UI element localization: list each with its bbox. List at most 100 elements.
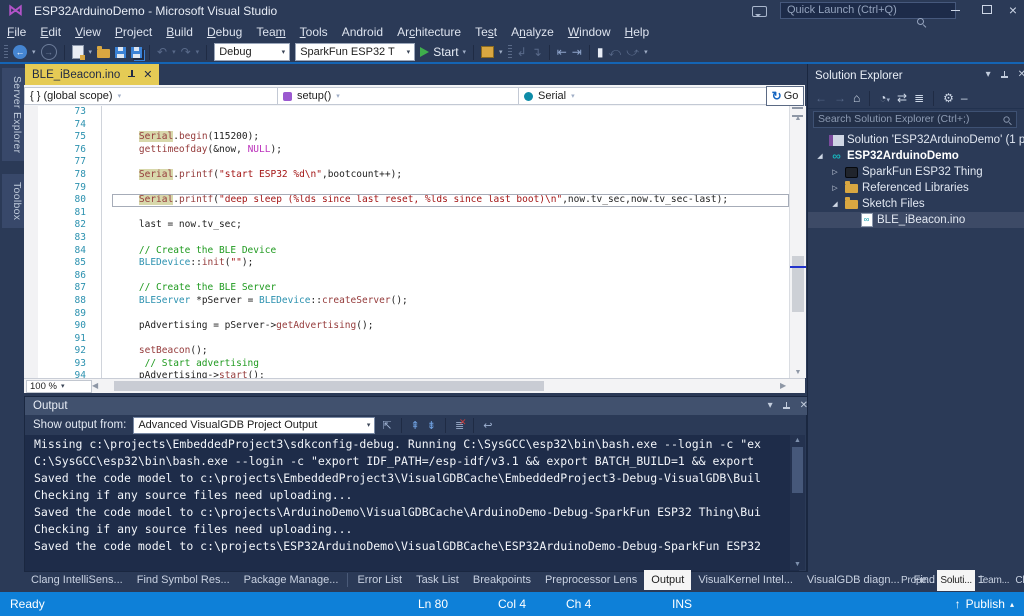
solution-explorer-search-input[interactable]: Search Solution Explorer (Ctrl+;) [813,111,1017,128]
chevron-down-icon[interactable]: ▾ [768,397,773,415]
chevron-down-icon[interactable]: ▾ [986,65,991,85]
code-line[interactable]: 84 // Create the BLE Device [24,245,789,258]
solution-explorer-header[interactable]: Solution Explorer ▾ ✕ [808,66,1024,86]
next-message-icon[interactable]: ⇟ [427,419,436,432]
code-line[interactable]: 92 setBeacon(); [24,345,789,358]
menu-team[interactable]: Team [249,22,292,42]
scroll-up-icon[interactable]: ▲ [790,437,805,444]
code-line[interactable]: 88 BLEServer *pServer = BLEDevice::creat… [24,295,789,308]
close-icon[interactable]: ✕ [143,68,152,81]
horizontal-scrollbar-thumb[interactable] [114,381,544,391]
server-explorer-tab[interactable]: Server Explorer [2,68,25,162]
navigate-back-button[interactable]: ← [13,45,27,59]
collapse-all-icon[interactable]: ≣ [914,91,924,105]
code-line[interactable]: 83 [24,232,789,245]
step-over-icon[interactable]: ↴ [532,45,542,59]
publish-button[interactable]: ↑ Publish ▴ [955,597,1014,611]
menu-view[interactable]: View [68,22,108,42]
scroll-down-icon[interactable]: ▼ [790,561,805,568]
toolbar-overflow-icon[interactable]: ▾ [499,48,503,56]
scroll-up-icon[interactable]: ▲ [790,115,806,122]
menu-test[interactable]: Test [468,22,504,42]
menu-build[interactable]: Build [159,22,200,42]
properties-icon[interactable]: ⚙ [943,91,954,105]
code-line[interactable]: 79 [24,182,789,195]
menu-edit[interactable]: Edit [33,22,68,42]
tree-item-sparkfun-esp32-thing[interactable]: ▷ SparkFun ESP32 Thing [808,164,1024,180]
menu-analyze[interactable]: Analyze [504,22,561,42]
forward-icon[interactable]: → [834,91,846,105]
bottom-tab-package-manage[interactable]: Package Manage... [237,570,346,590]
code-line[interactable]: 91 [24,333,789,346]
tree-item-solution-esp32arduinodemo-1-project[interactable]: Solution 'ESP32ArduinoDemo' (1 project) [808,132,1024,148]
target-board-dropdown[interactable]: SparkFun ESP32 T ▾ [295,43,416,61]
expanded-arrow-icon[interactable]: ◢ [814,152,826,160]
scope-dropdown[interactable]: { } (global scope) ▾ [24,87,286,105]
start-debug-button[interactable]: Start ▾ [420,45,466,59]
toolbox-tab[interactable]: Toolbox [2,174,25,229]
code-line[interactable]: 82 last = now.tv_sec; [24,219,789,232]
code-line[interactable]: 80 Serial.printf("deep sleep (%lds since… [24,194,789,207]
tree-item-referenced-libraries[interactable]: ▷ Referenced Libraries [808,180,1024,196]
minimize-button[interactable] [944,0,966,20]
bottom-tab-class[interactable]: Class... [1012,570,1024,591]
tree-item-ble-ibeacon-ino[interactable]: ∞ BLE_iBeacon.ino [808,212,1024,228]
open-file-button[interactable] [97,46,111,58]
back-icon[interactable]: ← [815,91,827,105]
bottom-tab-preprocessor-lens[interactable]: Preprocessor Lens [538,570,644,590]
output-panel-header[interactable]: Output ▾ ✕ [25,397,814,415]
clear-all-icon[interactable]: ≣ [455,417,467,432]
bottom-tab-error-list[interactable]: Error List [350,570,409,590]
pin-icon[interactable] [127,70,136,79]
member-dropdown[interactable]: Serial ▾ [518,87,776,105]
bottom-tab-output[interactable]: Output [644,570,692,590]
go-button[interactable]: ↻ Go [766,86,804,106]
sync-with-active-document-icon[interactable]: ⇄ [897,91,907,105]
previous-bookmark-icon[interactable]: ⤺ [608,45,621,59]
bottom-tab-breakpoints[interactable]: Breakpoints [466,570,538,590]
step-into-icon[interactable]: ↲ [517,45,527,59]
decrease-indent-icon[interactable]: ⇤ [557,45,567,59]
code-editor[interactable]: 73 74 75 Serial.begin(115200); 76 gettimeof… [24,106,789,378]
editor-vertical-scrollbar[interactable]: ▲ ▼ [789,106,806,378]
new-project-dropdown-icon[interactable]: ▾ [89,48,93,56]
code-line[interactable]: 90 pAdvertising = pServer->getAdvertisin… [24,320,789,333]
menu-architecture[interactable]: Architecture [390,22,468,42]
maximize-button[interactable] [976,0,998,20]
function-dropdown[interactable]: setup() ▾ [277,87,527,105]
menu-tools[interactable]: Tools [293,22,335,42]
output-scrollbar[interactable]: ▲ ▼ [790,435,805,570]
close-icon[interactable]: ✕ [1018,65,1024,85]
undo-button[interactable]: ↶ [157,45,167,59]
output-log[interactable]: Missing c:\projects\EmbeddedProject3\sdk… [25,435,799,571]
code-line[interactable]: 81 [24,207,789,220]
tree-item-esp32arduinodemo[interactable]: ◢ ∞ ESP32ArduinoDemo [808,148,1024,164]
increase-indent-icon[interactable]: ⇥ [572,45,582,59]
code-line[interactable]: 89 [24,308,789,321]
undo-dropdown-icon[interactable]: ▾ [172,48,176,56]
navigate-back-dropdown-icon[interactable]: ▾ [32,48,36,56]
menu-file[interactable]: File [0,22,33,42]
feedback-icon[interactable] [752,6,767,17]
bottom-tab-clang-intellisens[interactable]: Clang IntelliSens... [24,570,130,590]
scroll-down-icon[interactable]: ▼ [790,369,806,376]
menu-window[interactable]: Window [561,22,618,42]
pin-icon[interactable] [782,401,791,411]
new-project-button[interactable] [71,45,85,60]
home-icon[interactable]: ⌂ [853,91,860,105]
menu-debug[interactable]: Debug [200,22,249,42]
code-line[interactable]: 85 BLEDevice::init(""); [24,257,789,270]
menu-help[interactable]: Help [618,22,657,42]
menu-android[interactable]: Android [335,22,390,42]
bottom-tab-team[interactable]: Team... [975,570,1012,591]
redo-dropdown-icon[interactable]: ▾ [196,48,200,56]
bottom-tab-visualgdb-diagn[interactable]: VisualGDB diagn... [800,570,907,590]
collapsed-arrow-icon[interactable]: ▷ [829,168,841,176]
next-bookmark-icon[interactable]: ⤻ [626,45,639,59]
bookmark-icon[interactable]: ▮ [597,45,604,59]
tree-item-sketch-files[interactable]: ◢ Sketch Files [808,196,1024,212]
toolbar-overflow-icon[interactable]: ▾ [644,48,648,56]
bottom-tab-prope[interactable]: Prope... [898,570,937,591]
word-wrap-icon[interactable]: ↩ [483,419,492,432]
scrollbar-thumb[interactable] [792,256,804,312]
